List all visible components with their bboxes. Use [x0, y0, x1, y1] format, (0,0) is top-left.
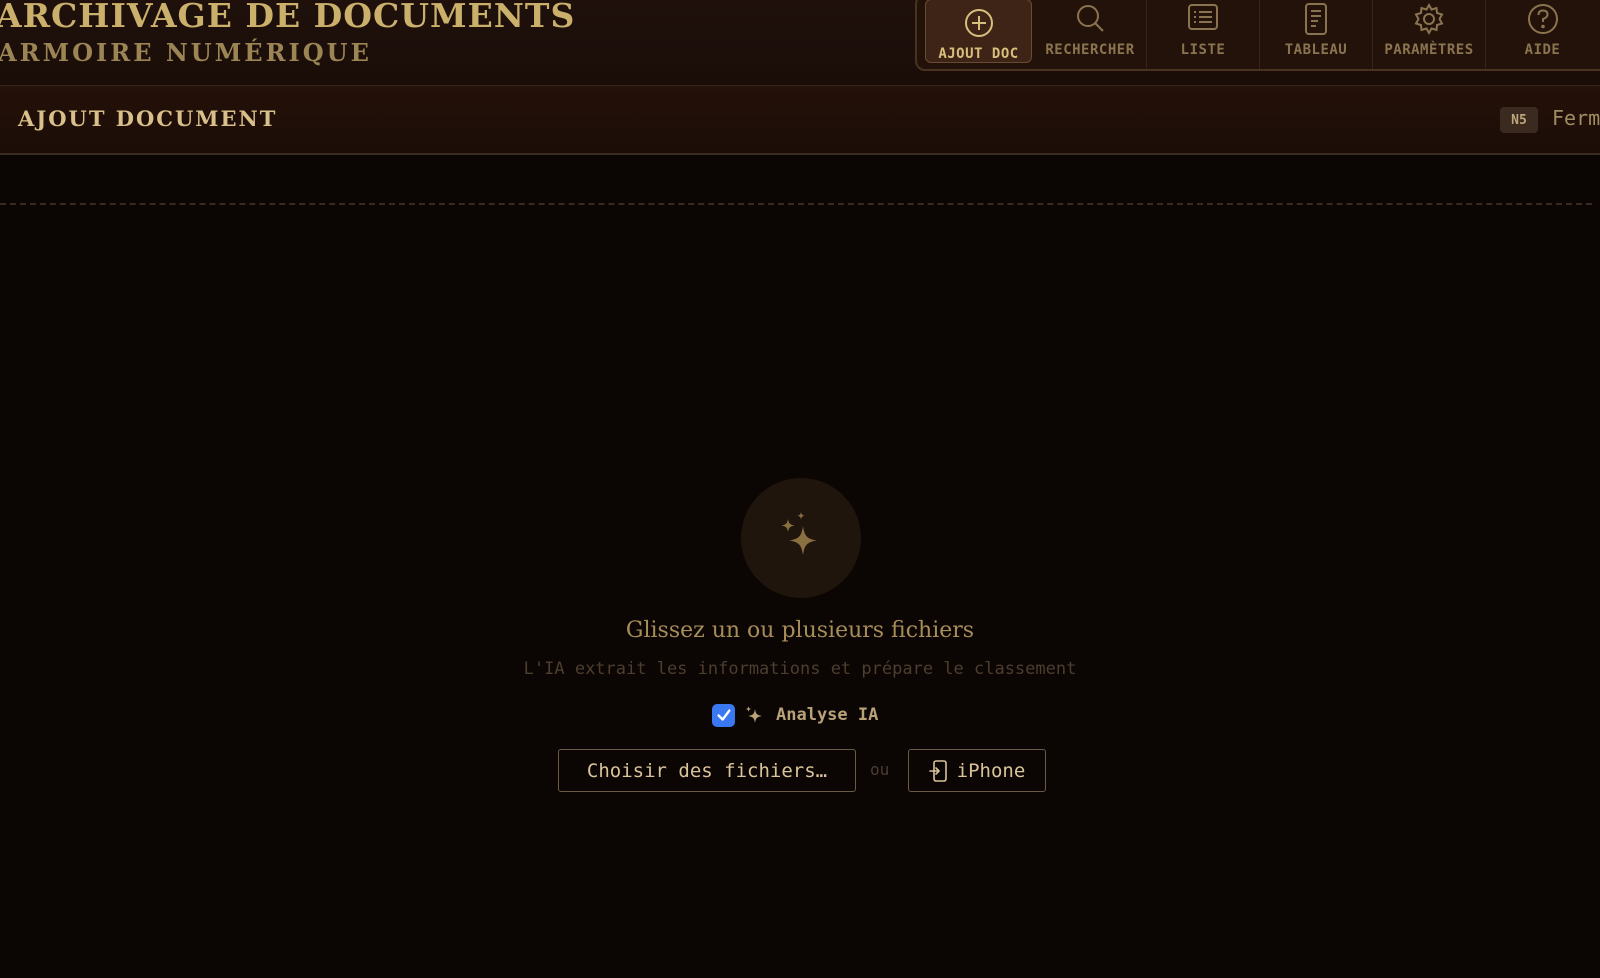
search-icon	[1071, 0, 1109, 38]
toolbar-label: PARAMÈTRES	[1384, 42, 1474, 58]
toolbar-settings[interactable]: PARAMÈTRES	[1373, 0, 1486, 69]
dropzone-subtitle: L'IA extrait les informations et prépare…	[523, 659, 1077, 679]
close-button[interactable]: Ferm	[1552, 106, 1600, 130]
phone-import-icon	[928, 759, 947, 782]
dropzone-border	[0, 203, 1592, 205]
app-subtitle: ARMOIRE NUMÉRIQUE	[0, 38, 372, 67]
dashboard-icon	[1297, 0, 1335, 38]
app-header: ARCHIVAGE DE DOCUMENTS ARMOIRE NUMÉRIQUE…	[0, 0, 1600, 86]
toolbar-label: TABLEAU	[1284, 42, 1348, 58]
sparkles-icon	[741, 478, 861, 598]
app-window: ARCHIVAGE DE DOCUMENTS ARMOIRE NUMÉRIQUE…	[0, 0, 1600, 978]
help-icon	[1524, 0, 1562, 38]
iphone-import-button[interactable]: iPhone	[908, 749, 1046, 792]
toolbar-dashboard[interactable]: TABLEAU	[1260, 0, 1373, 69]
ai-analysis-checkbox[interactable]	[712, 703, 735, 727]
or-separator: ou	[870, 760, 890, 779]
toolbar-help[interactable]: AIDE	[1486, 0, 1599, 69]
add-circle-icon	[960, 4, 998, 42]
panel-header: AJOUT DOCUMENT N5	[0, 86, 1600, 155]
toolbar-label: AIDE	[1524, 42, 1561, 58]
ai-analysis-toggle[interactable]: Analyse IA	[712, 703, 878, 727]
sparkles-icon	[745, 706, 762, 723]
toolbar-label: AJOUT DOC	[938, 46, 1019, 62]
shortcut-badge: N5	[1500, 107, 1538, 133]
app-title: ARCHIVAGE DE DOCUMENTS	[0, 0, 576, 35]
panel-title: AJOUT DOCUMENT	[18, 106, 278, 131]
toolbar-label: RECHERCHER	[1045, 42, 1135, 58]
iphone-import-label: iPhone	[956, 759, 1026, 782]
toolbar-add-doc[interactable]: AJOUT DOC	[925, 0, 1032, 63]
gear-icon	[1410, 0, 1448, 38]
toolbar-list[interactable]: LISTE	[1147, 0, 1260, 69]
choose-files-button[interactable]: Choisir des fichiers…	[558, 749, 856, 792]
dropzone-title: Glissez un ou plusieurs fichiers	[625, 618, 975, 643]
main-toolbar: AJOUT DOC RECHERCHER LISTE TABLEAU PARAM…	[915, 0, 1600, 71]
list-icon	[1184, 0, 1222, 38]
toolbar-label: LISTE	[1180, 42, 1226, 58]
ai-analysis-label: Analyse IA	[776, 705, 879, 725]
toolbar-search[interactable]: RECHERCHER	[1034, 0, 1147, 69]
